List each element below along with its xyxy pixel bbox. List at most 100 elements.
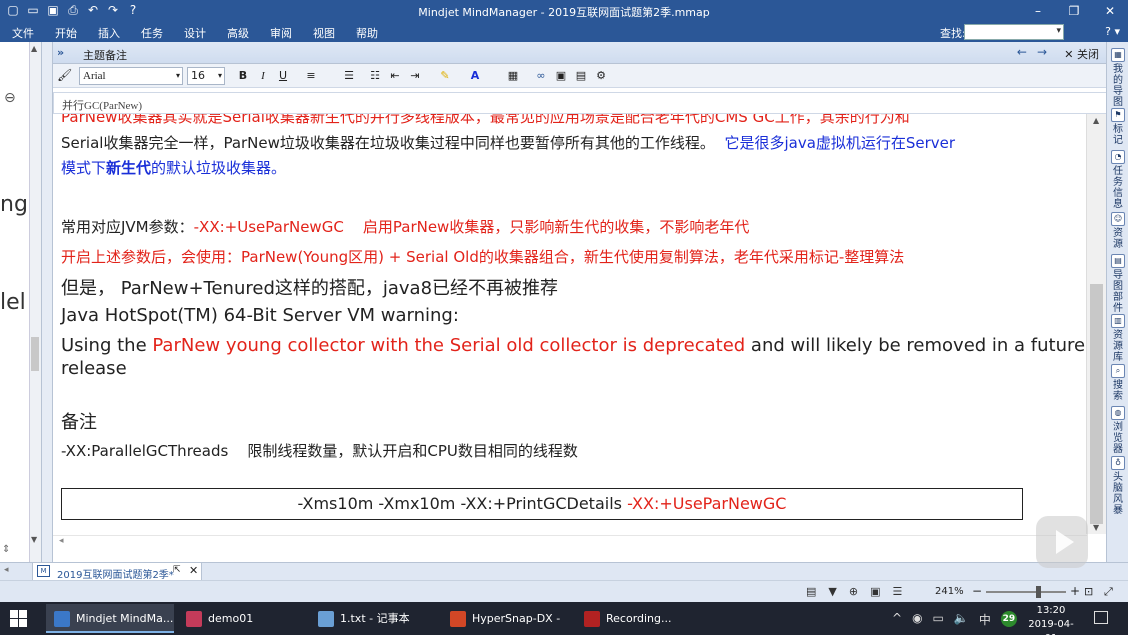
layout-icon[interactable]: ▤ xyxy=(806,585,816,598)
taskbar-item-recording[interactable]: Recording... xyxy=(576,604,704,633)
bullet-list-icon[interactable]: ☷ xyxy=(367,68,383,84)
volume-icon[interactable]: 🔈 xyxy=(954,611,969,628)
increase-indent-icon[interactable]: ⇥ xyxy=(407,68,423,84)
align-icon[interactable]: ≡ xyxy=(303,68,319,84)
chevron-down-icon[interactable]: ▾ xyxy=(218,68,222,84)
topic-address-field[interactable]: 并行GC(ParNew) xyxy=(53,92,1107,114)
help-menu-icon[interactable]: ? ▾ xyxy=(1105,25,1120,38)
italic-button[interactable]: I xyxy=(255,68,271,84)
document-tab[interactable]: M 2019互联网面试题第2季* ⇱ ✕ xyxy=(32,563,202,581)
close-tab-icon[interactable]: ✕ xyxy=(189,564,198,577)
search-tab[interactable]: ⌕ 搜索 xyxy=(1109,364,1127,402)
decrease-indent-icon[interactable]: ⇤ xyxy=(387,68,403,84)
map-parts-tab[interactable]: ▤ 导图部件 xyxy=(1109,254,1127,314)
format-painter-icon[interactable]: 🖌 xyxy=(57,68,72,82)
zoom-slider[interactable] xyxy=(986,591,1066,593)
underline-button[interactable]: U xyxy=(275,68,291,84)
menu-help[interactable]: 帮助 xyxy=(348,25,391,41)
search-input[interactable]: ▾ xyxy=(964,24,1064,40)
table-icon[interactable]: ▦ xyxy=(505,68,521,84)
pin-icon[interactable]: ⇱ xyxy=(173,565,181,575)
collapse-icon[interactable]: ⊖ xyxy=(4,90,16,106)
restore-button[interactable]: ❐ xyxy=(1056,0,1092,22)
chevron-down-icon[interactable]: ▾ xyxy=(1056,26,1061,36)
taskbar-item-notepad[interactable]: 1.txt - 记事本 xyxy=(310,604,438,633)
display-icon[interactable]: ▭ xyxy=(933,611,944,628)
more-options-icon[interactable]: ⚙ xyxy=(593,68,609,84)
map-icon: ▦ xyxy=(1111,48,1125,62)
scroll-arrows-icon[interactable]: ⇕ xyxy=(2,544,10,555)
double-chevron-icon[interactable]: » xyxy=(57,46,64,59)
highlight-icon[interactable]: ✎ xyxy=(437,68,453,84)
taskbar-item-ide[interactable]: demo01 [D:\devS... xyxy=(178,604,306,633)
notes-content[interactable]: ParNew收集器其实就是Serial收集器新生代的并行多线程版本，最常见的应用… xyxy=(53,114,1087,534)
outline-icon[interactable]: ☰ xyxy=(893,585,903,598)
menu-advanced[interactable]: 高级 xyxy=(219,25,262,41)
menu-task[interactable]: 任务 xyxy=(133,25,176,41)
scroll-up-icon[interactable]: ▲ xyxy=(31,44,37,53)
filter-icon[interactable]: ▼ xyxy=(828,585,836,598)
document-tab-bar: ◂ M 2019互联网面试题第2季* ⇱ ✕ xyxy=(0,562,1128,581)
task-info-tab[interactable]: ◔ 任务信息 xyxy=(1109,150,1127,210)
fit-map-icon[interactable]: ⊡ xyxy=(1084,585,1093,598)
numbered-list-icon[interactable]: ☰ xyxy=(341,68,357,84)
font-size-select[interactable]: 16 ▾ xyxy=(187,67,225,85)
bold-button[interactable]: B xyxy=(235,68,251,84)
menu-insert[interactable]: 插入 xyxy=(90,25,133,41)
minimize-button[interactable]: – xyxy=(1020,0,1056,22)
zoom-in-button[interactable]: + xyxy=(1070,584,1080,598)
scroll-up-icon[interactable]: ▲ xyxy=(1093,116,1099,125)
view-icon[interactable]: ▣ xyxy=(870,585,880,598)
link-icon[interactable]: ∞ xyxy=(533,68,549,84)
scroll-thumb[interactable] xyxy=(31,337,39,371)
resources-tab[interactable]: ☺ 资源 xyxy=(1109,212,1127,250)
markers-tab[interactable]: ⚑ 标记 xyxy=(1109,108,1127,146)
close-window-button[interactable]: ✕ xyxy=(1092,0,1128,22)
brainstorm-tab[interactable]: ♁ 头脑风暴 xyxy=(1109,456,1127,516)
notes-horizontal-scrollbar[interactable]: ◂ xyxy=(53,535,1087,549)
menu-design[interactable]: 设计 xyxy=(176,25,219,41)
arrow-left-icon[interactable]: ← xyxy=(1017,45,1027,59)
browser-tab[interactable]: ◍ 浏览器 xyxy=(1109,406,1127,455)
menu-view[interactable]: 视图 xyxy=(305,25,348,41)
library-tab[interactable]: ▥ 资源库 xyxy=(1109,314,1127,363)
scroll-down-icon[interactable]: ▼ xyxy=(1093,523,1099,532)
menu-file[interactable]: 文件 xyxy=(4,25,47,41)
screenshot-icon[interactable]: ▤ xyxy=(573,68,589,84)
scroll-left-icon[interactable]: ◂ xyxy=(59,536,64,546)
notes-vertical-scrollbar[interactable]: ▲ ▼ xyxy=(1086,114,1106,534)
image-icon[interactable]: ▣ xyxy=(553,68,569,84)
tabs-scroll-icon[interactable]: ◂ xyxy=(4,565,9,575)
fullscreen-icon[interactable]: ⤢ xyxy=(1104,585,1113,599)
library-icon: ▥ xyxy=(1111,314,1125,328)
menu-home[interactable]: 开始 xyxy=(47,25,90,41)
close-notes-button[interactable]: ✕ 关闭 xyxy=(1064,46,1099,62)
font-color-icon[interactable]: A xyxy=(467,68,483,84)
network-icon[interactable]: ◉ xyxy=(912,611,922,628)
chevron-up-icon[interactable]: ^ xyxy=(892,611,902,628)
zoom-level: 241% xyxy=(935,586,964,597)
chevron-down-icon[interactable]: ▾ xyxy=(176,68,180,84)
menu-review[interactable]: 审阅 xyxy=(262,25,305,41)
taskbar-item-hypersnap[interactable]: HyperSnap-DX - [... xyxy=(442,604,572,633)
taskbar-item-mindmanager[interactable]: Mindjet MindMa... xyxy=(46,604,174,633)
zoom-slider-handle[interactable] xyxy=(1036,586,1041,598)
zoom-out-button[interactable]: − xyxy=(972,584,982,598)
arrow-right-icon[interactable]: → xyxy=(1037,45,1047,59)
notification-badge[interactable]: 29 xyxy=(1000,611,1017,627)
ime-indicator[interactable]: 中 xyxy=(979,611,991,628)
expand-icon[interactable]: ⊕ xyxy=(849,585,858,598)
taskbar-clock[interactable]: 13:20 2019-04-01 xyxy=(1024,604,1078,635)
my-maps-tab[interactable]: ▦ 我的导图 xyxy=(1109,48,1127,108)
map-scrollbar[interactable] xyxy=(29,42,41,562)
action-center-icon[interactable] xyxy=(1094,611,1108,624)
mindmap-file-icon: M xyxy=(37,565,50,577)
windows-start-icon[interactable] xyxy=(10,610,27,627)
scroll-down-icon[interactable]: ▼ xyxy=(31,535,37,544)
play-icon[interactable] xyxy=(1036,516,1088,568)
font-family-select[interactable]: Arial ▾ xyxy=(79,67,183,85)
scroll-thumb[interactable] xyxy=(1090,284,1103,524)
map-view-strip: ⊖ ng lel ▲ ▼ ⇕ xyxy=(0,42,42,562)
text-line: 开启上述参数后，会使用：ParNew(Young区用) + Serial Old… xyxy=(61,248,905,266)
globe-icon: ◍ xyxy=(1111,406,1125,420)
